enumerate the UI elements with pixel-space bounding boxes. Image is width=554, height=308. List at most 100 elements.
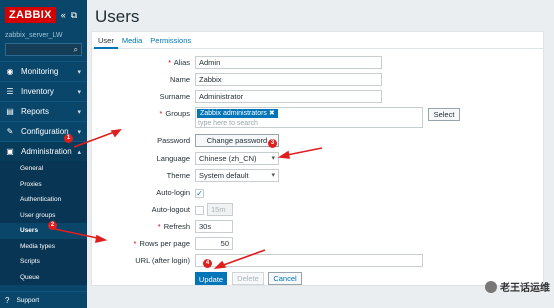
tab-user[interactable]: User (94, 32, 118, 49)
menu-item-inventory[interactable]: ☰ Inventory ▾ (0, 81, 87, 101)
wrench-icon: ✎ (6, 127, 14, 136)
refresh-row: * Refresh 30s (92, 220, 545, 234)
refresh-label: * Refresh (157, 222, 190, 231)
chevron-down-icon: ▾ (77, 68, 81, 76)
autologin-label: Auto-login (156, 188, 190, 197)
wechat-icon (485, 280, 497, 293)
collapse-sidebar-icon[interactable]: « (61, 10, 66, 20)
chevron-down-icon: ▾ (77, 128, 81, 136)
tab-media[interactable]: Media (118, 32, 146, 49)
sidebar-search-input[interactable]: ⌕ (5, 43, 82, 56)
submenu-item-authentication[interactable]: Authentication (0, 192, 87, 208)
sidebar: ZABBIX « ⧉ zabbix_server_LW ⌕ ◉ Monitori… (0, 0, 87, 308)
submenu-item-scripts[interactable]: Scripts (0, 254, 87, 270)
autologin-row: Auto-login ✓ (92, 186, 545, 200)
administration-submenu: General Proxies Authentication User grou… (0, 161, 87, 285)
rows-per-page-input[interactable]: 50 (195, 237, 233, 250)
fullscreen-icon[interactable]: ⧉ (71, 10, 77, 21)
tab-bar: User Media Permissions (92, 32, 543, 49)
update-button[interactable]: Update (195, 272, 227, 285)
menu-item-label: Reports (21, 107, 50, 116)
url-input[interactable] (195, 254, 423, 267)
main-menu: ◉ Monitoring ▾ ☰ Inventory ▾ ▤ Reports ▾… (0, 61, 87, 285)
delete-button: Delete (232, 272, 264, 285)
url-label: URL (after login) (135, 256, 190, 265)
rows-per-page-label: * Rows per page (133, 239, 190, 248)
submenu-item-users[interactable]: Users (0, 223, 87, 239)
menu-item-administration[interactable]: ▣ Administration ▴ (0, 141, 87, 161)
rows-per-page-row: * Rows per page 50 (92, 237, 545, 251)
zabbix-logo[interactable]: ZABBIX (5, 7, 56, 23)
groups-label: * Groups (159, 109, 190, 118)
user-form-panel: User Media Permissions * Alias Admin Nam… (91, 31, 544, 286)
surname-row: Surname Administrator (92, 90, 545, 104)
surname-input[interactable]: Administrator (195, 90, 382, 103)
watermark-text: 老王话运维 (500, 283, 550, 294)
form-buttons-row: Update Delete Cancel (92, 272, 545, 286)
surname-label: Surname (159, 92, 190, 101)
change-password-button[interactable]: Change password (195, 134, 279, 147)
annotation-marker-2: 2 (48, 221, 57, 230)
alias-label: * Alias (168, 58, 190, 67)
groups-search-input[interactable]: type here to search (196, 119, 422, 128)
autologout-checkbox[interactable] (195, 206, 204, 215)
groups-row: * Groups Zabbix administrators ✖ type he… (92, 107, 545, 129)
cancel-button[interactable]: Cancel (268, 272, 302, 285)
theme-value: System default (199, 171, 249, 180)
url-row: URL (after login) (92, 254, 545, 268)
submenu-item-media-types[interactable]: Media types (0, 239, 87, 255)
watermark: 老王话运维 (485, 279, 550, 294)
alias-row: * Alias Admin (92, 56, 545, 70)
page-title: Users (95, 7, 140, 26)
refresh-input[interactable]: 30s (195, 220, 233, 233)
language-value: Chinese (zh_CN) (199, 154, 257, 163)
theme-label: Theme (166, 171, 190, 180)
chevron-down-icon: ▾ (77, 108, 81, 116)
autologout-input[interactable]: 15m (207, 203, 233, 216)
name-row: Name Zabbix (92, 73, 545, 87)
submenu-item-proxies[interactable]: Proxies (0, 177, 87, 193)
autologin-checkbox-wrap: ✓ (195, 189, 204, 198)
submenu-item-queue[interactable]: Queue (0, 270, 87, 286)
menu-item-label: Configuration (21, 127, 69, 136)
alias-input[interactable]: Admin (195, 56, 382, 69)
submenu-item-general[interactable]: General (0, 161, 87, 177)
name-label: Name (169, 75, 190, 84)
menu-item-monitoring[interactable]: ◉ Monitoring ▾ (0, 61, 87, 81)
search-icon[interactable]: ⌕ (74, 45, 78, 55)
annotation-marker-1: 1 (64, 134, 73, 143)
autologin-checkbox[interactable]: ✓ (195, 189, 204, 198)
theme-select[interactable]: System default ▾ (195, 169, 279, 182)
inventory-icon: ☰ (6, 87, 14, 96)
server-name: zabbix_server_LW (5, 32, 63, 39)
group-chip: Zabbix administrators ✖ (197, 109, 278, 118)
annotation-marker-4: 4 (203, 259, 212, 268)
autologout-row: Auto-logout 15m (92, 203, 545, 217)
name-input[interactable]: Zabbix (195, 73, 382, 86)
chevron-down-icon: ▾ (271, 155, 275, 162)
language-label: Language (156, 154, 190, 163)
chevron-down-icon: ▾ (77, 88, 81, 96)
logo-row: ZABBIX « ⧉ (0, 0, 87, 30)
menu-item-configuration[interactable]: ✎ Configuration ▾ (0, 121, 87, 141)
groups-multiselect[interactable]: Zabbix administrators ✖ type here to sea… (195, 107, 423, 128)
password-label: Password (157, 136, 190, 145)
password-row: Password Change password (92, 134, 545, 148)
support-link[interactable]: ? Support (0, 291, 87, 308)
language-select[interactable]: Chinese (zh_CN) ▾ (195, 152, 279, 165)
tab-permissions[interactable]: Permissions (146, 32, 195, 49)
help-icon: ? (5, 295, 10, 305)
menu-item-reports[interactable]: ▤ Reports ▾ (0, 101, 87, 121)
remove-chip-icon[interactable]: ✖ (269, 110, 275, 117)
theme-row: Theme System default ▾ (92, 169, 545, 183)
submenu-item-user-groups[interactable]: User groups (0, 208, 87, 224)
administration-icon: ▣ (6, 147, 14, 156)
reports-icon: ▤ (6, 107, 14, 116)
select-groups-button[interactable]: Select (428, 108, 460, 121)
support-label: Support (16, 296, 40, 304)
annotation-marker-3: 3 (268, 139, 277, 148)
main-content: Users User Media Permissions * Alias Adm… (87, 0, 554, 308)
language-row: Language Chinese (zh_CN) ▾ (92, 152, 545, 166)
menu-item-label: Monitoring (21, 67, 59, 76)
autologout-checkbox-wrap (195, 206, 204, 217)
